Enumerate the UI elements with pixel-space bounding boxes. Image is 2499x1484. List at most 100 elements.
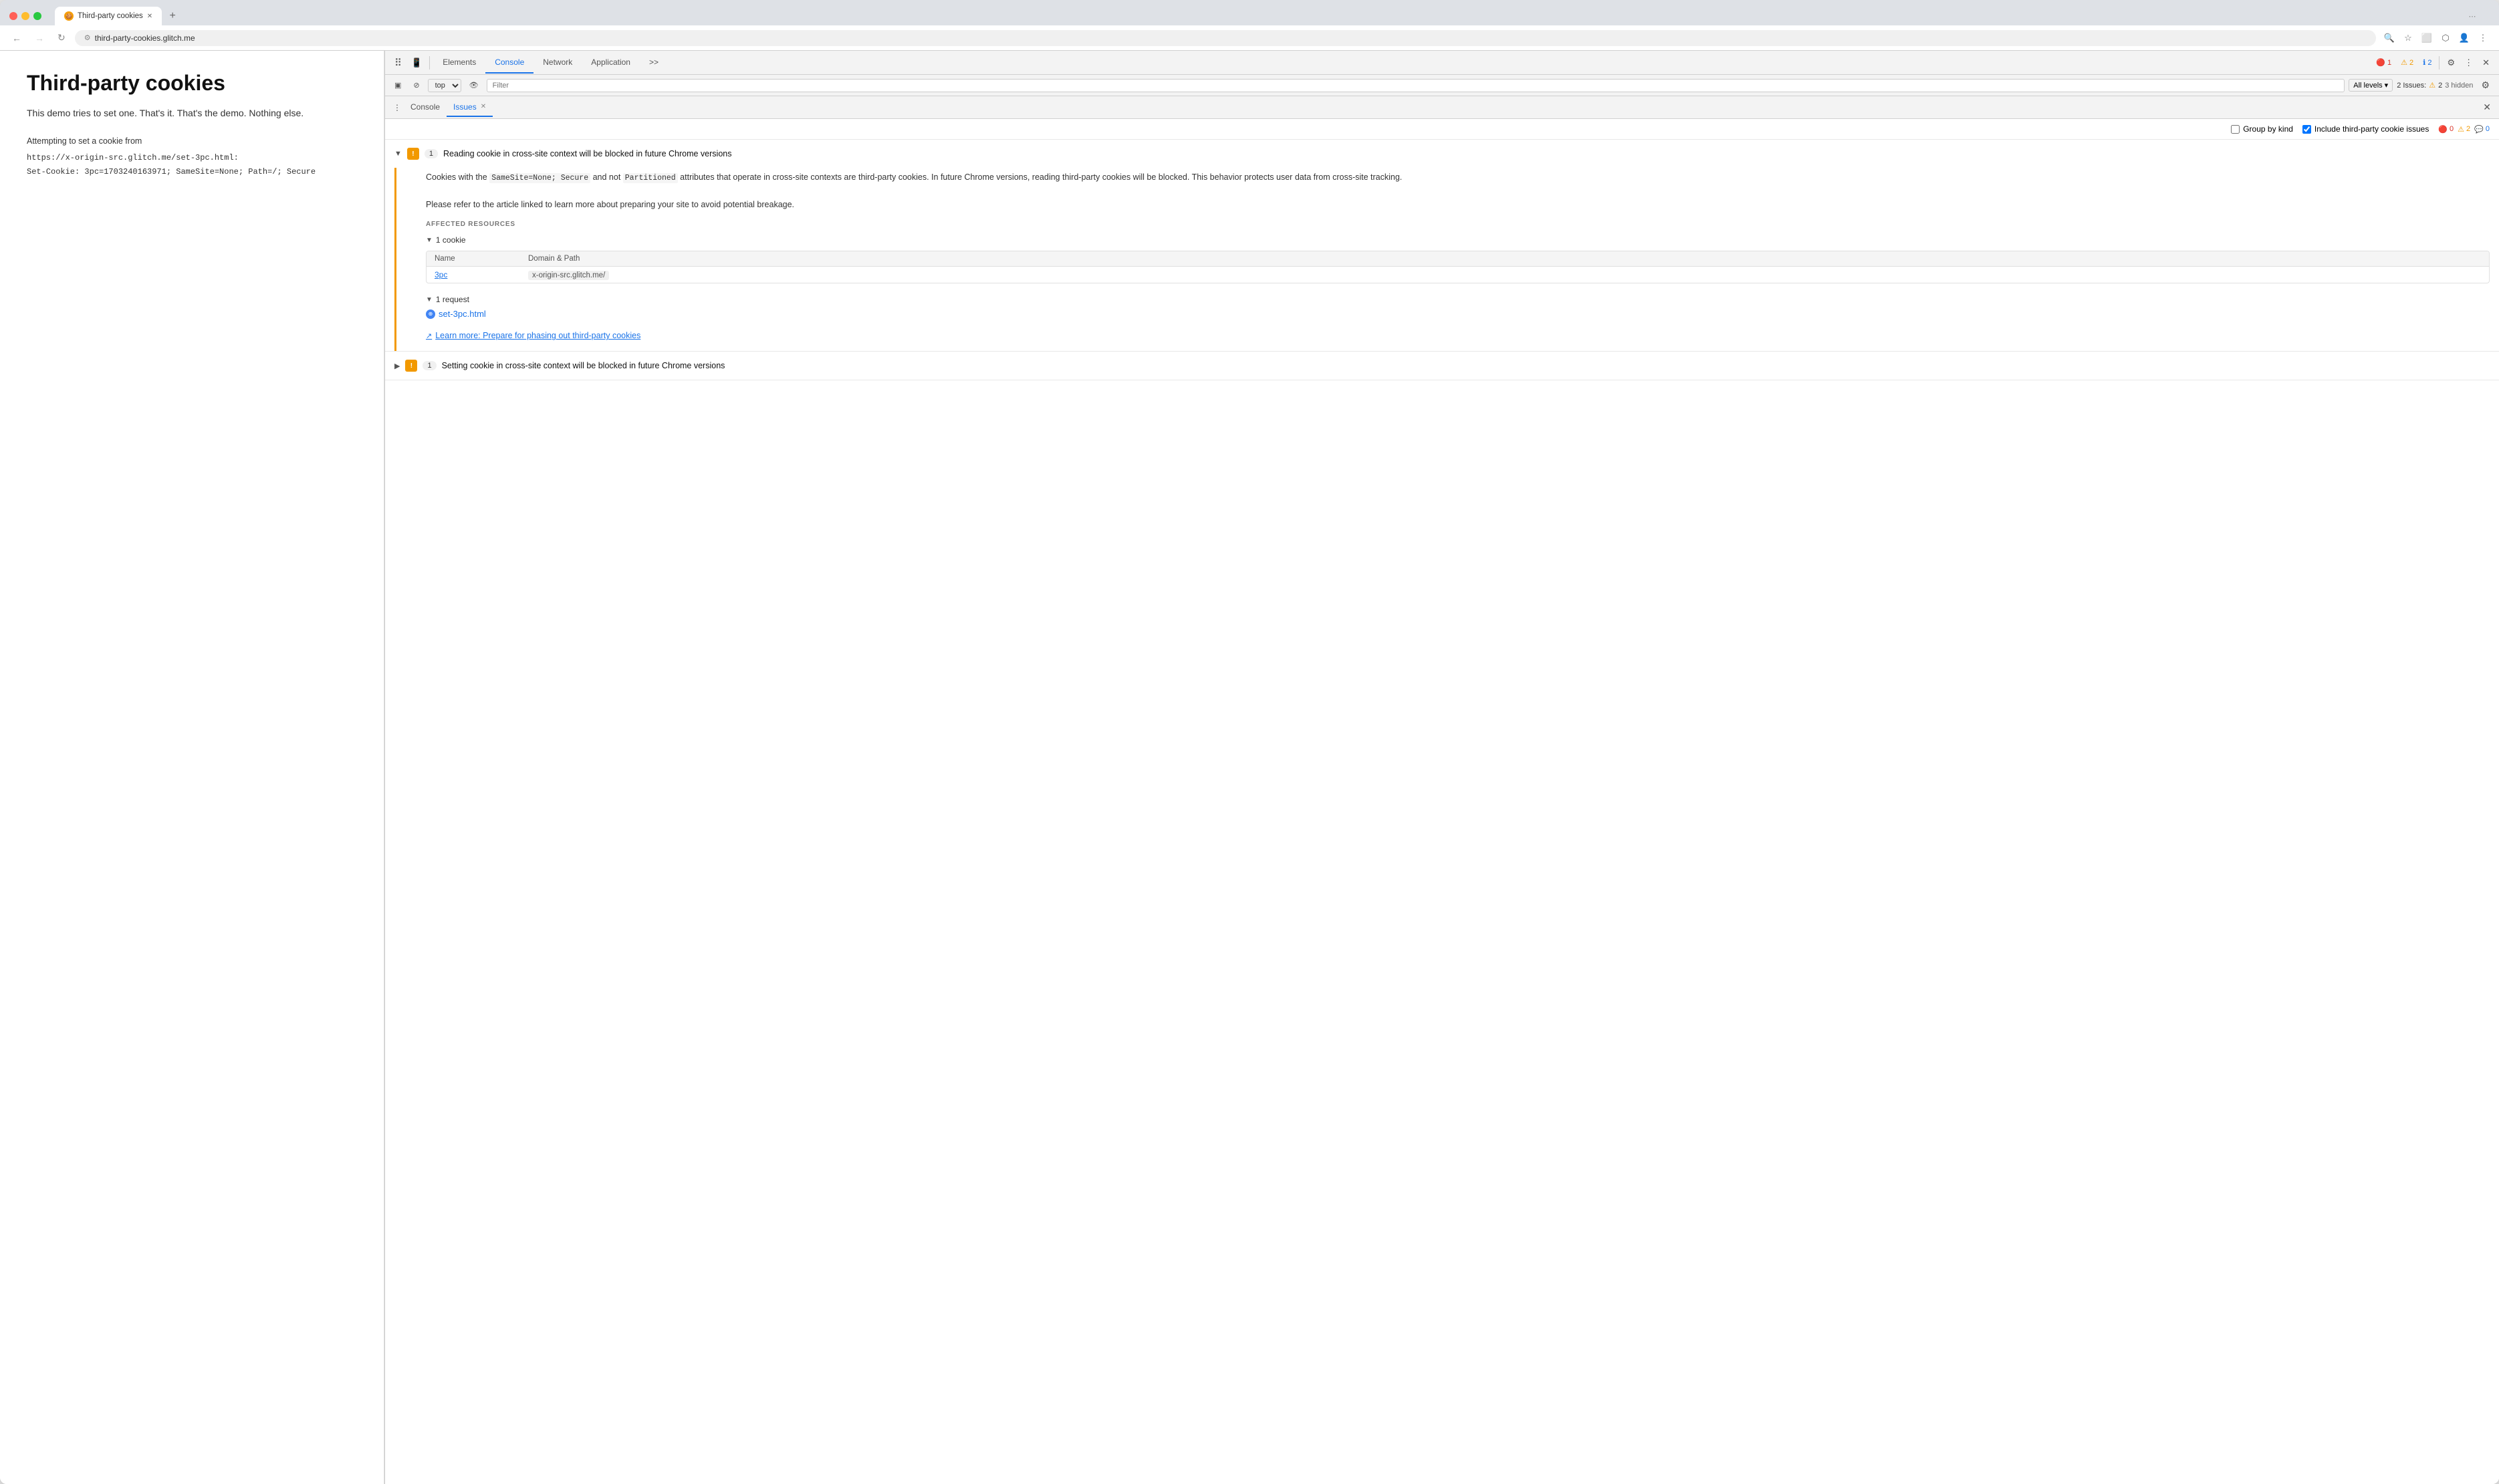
issues-error-count: 🔴 0	[2438, 125, 2454, 134]
tab-title: Third-party cookies	[78, 12, 143, 20]
devtools-settings-button[interactable]: ⚙	[2443, 55, 2459, 71]
issue-row-setting: ▶ ! 1 Setting cookie in cross-site conte…	[385, 352, 2499, 380]
request-link[interactable]: ⊕ set-3pc.html	[426, 309, 2490, 319]
request-group-label: 1 request	[436, 295, 469, 304]
devtools-more-button[interactable]: ⋮	[2460, 55, 2477, 71]
cookie-col-name: Name	[427, 251, 520, 266]
minimize-traffic-light[interactable]	[21, 12, 29, 20]
issues-info-icon: 💬	[2474, 125, 2484, 134]
bookmark-icon[interactable]: ☆	[2400, 30, 2416, 46]
tab-network[interactable]: Network	[533, 52, 582, 74]
sub-tab-issues-label: Issues	[453, 102, 477, 112]
devtools-device-button[interactable]: 📱	[407, 55, 426, 71]
cookie-group-label: 1 cookie	[436, 235, 466, 245]
tab-elements[interactable]: Elements	[433, 52, 485, 74]
sub-tab-issues[interactable]: Issues ✕	[447, 98, 493, 117]
request-name: set-3pc.html	[439, 309, 486, 319]
include-third-party-checkbox[interactable]	[2302, 125, 2311, 134]
new-tab-button[interactable]: +	[164, 8, 181, 24]
back-button[interactable]: ←	[8, 30, 25, 46]
reload-button[interactable]: ↻	[53, 29, 70, 46]
tab-application[interactable]: Application	[582, 52, 640, 74]
sub-tab-console[interactable]: Console	[404, 98, 447, 117]
cookie-domain-value: x-origin-src.glitch.me/	[528, 271, 609, 280]
browser-toolbar: ← → ↻ ⚙ third-party-cookies.glitch.me 🔍 …	[0, 25, 2499, 51]
browser-tab[interactable]: 🍪 Third-party cookies ✕	[55, 7, 162, 25]
devtools-inspect-button[interactable]: ⠿	[390, 54, 406, 72]
external-link-icon: ↗	[426, 332, 432, 340]
tab-console[interactable]: Console	[485, 52, 533, 74]
window-controls: ⋯	[2464, 8, 2480, 24]
page-description: This demo tries to set one. That's it. T…	[27, 108, 357, 118]
devtools-divider2	[2439, 56, 2440, 70]
sub-panel-close-button[interactable]: ✕	[2480, 100, 2494, 114]
learn-more-text: Learn more: Prepare for phasing out thir…	[435, 331, 640, 340]
panel-toggle-button[interactable]: ▣	[390, 79, 405, 92]
affected-resources: AFFECTED RESOURCES ▼ 1 cookie Name Doma	[426, 221, 2490, 340]
sub-tab-close-button[interactable]: ✕	[481, 103, 486, 110]
issue-header-reading[interactable]: ▼ ! 1 Reading cookie in cross-site conte…	[385, 140, 2499, 168]
cookie-table-row: 3pc x-origin-src.glitch.me/	[427, 267, 2489, 283]
error-badge: 🔴 1	[2372, 57, 2395, 68]
devtools-close-button[interactable]: ✕	[2478, 55, 2494, 71]
extensions-icon[interactable]: ⬡	[2437, 30, 2454, 46]
tab-close-button[interactable]: ✕	[147, 13, 152, 20]
issues-warn-count: ⚠ 2	[2458, 125, 2470, 134]
screenshot-icon[interactable]: ⬜	[2419, 30, 2435, 46]
group-by-kind-label[interactable]: Group by kind	[2231, 124, 2293, 134]
hidden-count: 3 hidden	[2445, 82, 2473, 90]
page-content: Third-party cookies This demo tries to s…	[0, 51, 384, 1484]
collapse-arrow-reading: ▼	[394, 150, 402, 158]
log-cookie: Set-Cookie: 3pc=1703240163971; SameSite=…	[27, 165, 357, 178]
request-group-arrow: ▼	[426, 296, 433, 303]
error-icon: 🔴	[2376, 58, 2385, 67]
close-traffic-light[interactable]	[9, 12, 17, 20]
count-badge-setting: 1	[423, 361, 436, 370]
search-icon[interactable]: 🔍	[2381, 30, 2397, 46]
block-button[interactable]: ⊘	[409, 79, 423, 92]
include-third-party-label[interactable]: Include third-party cookie issues	[2302, 124, 2429, 134]
url-input[interactable]: third-party-cookies.glitch.me	[95, 33, 2367, 43]
cookie-name-link[interactable]: 3pc	[435, 270, 447, 279]
info-count: 2	[2427, 59, 2431, 67]
issues-info-count: 💬 0	[2474, 125, 2490, 134]
tab-more[interactable]: >>	[640, 52, 668, 74]
cookie-table: Name Domain & Path 3pc x-origin-src	[426, 251, 2490, 283]
affected-label: AFFECTED RESOURCES	[426, 221, 2490, 228]
cookie-domain-cell: x-origin-src.glitch.me/	[520, 267, 2489, 283]
issues-warn-icon2: ⚠	[2458, 125, 2464, 134]
address-bar[interactable]: ⚙ third-party-cookies.glitch.me	[75, 30, 2376, 46]
cookie-resource-group: ▼ 1 cookie Name Domain & Path	[426, 233, 2490, 283]
toolbar-settings-button[interactable]: ⚙	[2477, 78, 2494, 93]
cookie-group-header[interactable]: ▼ 1 cookie	[426, 233, 2490, 247]
devtools-tabs: Elements Console Network Application >>	[433, 52, 668, 74]
devtools-panel: ⠿ 📱 Elements Console Network Application…	[384, 51, 2499, 1484]
collapse-arrow-setting: ▶	[394, 362, 400, 370]
learn-more-link[interactable]: ↗ Learn more: Prepare for phasing out th…	[426, 331, 2490, 340]
forward-button[interactable]: →	[31, 30, 48, 46]
error-count: 1	[2387, 59, 2391, 67]
issue-header-setting[interactable]: ▶ ! 1 Setting cookie in cross-site conte…	[385, 352, 2499, 380]
profile-icon[interactable]: 👤	[2456, 30, 2472, 46]
issue-title-reading: Reading cookie in cross-site context wil…	[443, 149, 731, 158]
cookie-col-domain: Domain & Path	[520, 251, 2489, 266]
frame-select[interactable]: top	[428, 79, 461, 92]
sub-panel-more-button[interactable]: ⋮	[390, 102, 404, 114]
tab-favicon: 🍪	[64, 11, 74, 21]
group-by-kind-checkbox[interactable]	[2231, 125, 2240, 134]
traffic-lights	[9, 12, 41, 20]
maximize-traffic-light[interactable]	[33, 12, 41, 20]
chrome-menu-icon[interactable]: ⋮	[2475, 30, 2491, 46]
eye-button[interactable]: 👁	[465, 79, 483, 92]
devtools-toolbar: ▣ ⊘ top 👁 All levels ▾ 2 Issues: ⚠ 2 3 h…	[385, 75, 2499, 96]
request-group-header[interactable]: ▼ 1 request	[426, 293, 2490, 306]
levels-dropdown[interactable]: All levels ▾	[2349, 79, 2393, 92]
tabs-bar: 🍪 Third-party cookies ✕ +	[55, 7, 181, 25]
issues-warn-icon: ⚠	[2429, 81, 2435, 90]
issue-description-reading: Cookies with the SameSite=None; Secure a…	[426, 170, 2490, 211]
filter-input[interactable]	[487, 79, 2345, 92]
sub-panel-tabs: ⋮ Console Issues ✕ ✕	[385, 96, 2499, 119]
issues-panel: ▼ ! 1 Reading cookie in cross-site conte…	[385, 140, 2499, 1484]
site-security-icon: ⚙	[84, 33, 91, 42]
issues-options-bar: Group by kind Include third-party cookie…	[385, 119, 2499, 140]
